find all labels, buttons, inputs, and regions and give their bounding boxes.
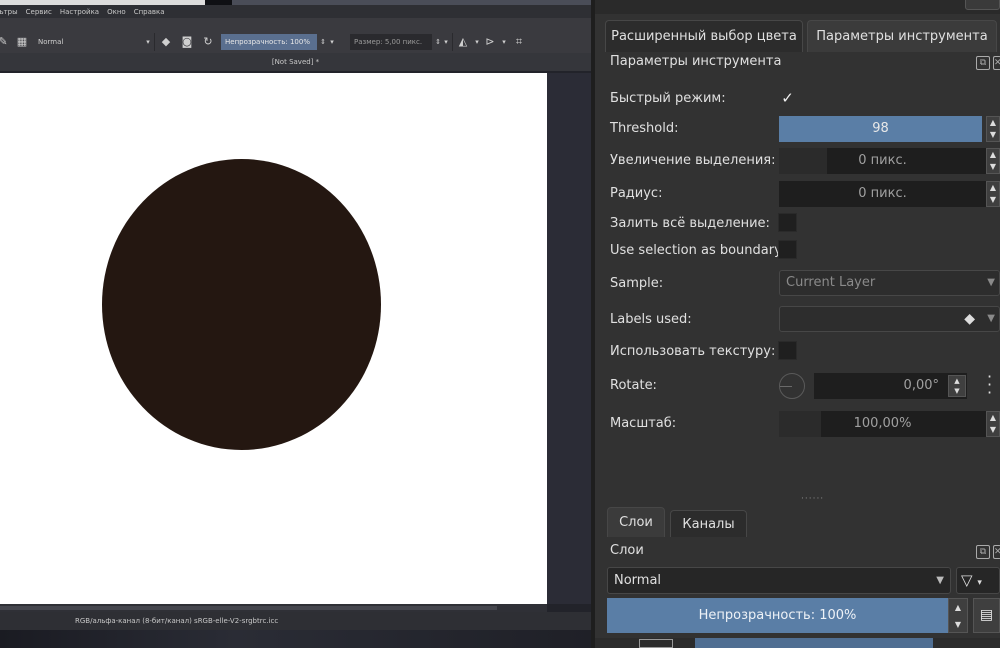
close-docker-icon[interactable]: ✕ [993, 545, 1000, 559]
grow-selection-label: Увеличение выделения: [610, 153, 776, 168]
canvas-margin [547, 73, 591, 604]
scale-slider[interactable]: 100,00% [779, 411, 986, 437]
rotation-dial[interactable] [779, 373, 805, 399]
grow-selection-slider[interactable]: 0 пикс. [779, 148, 986, 174]
brush-preset-icon[interactable]: ✎ [0, 35, 10, 49]
wrap-around-icon[interactable]: ⌗ [512, 35, 526, 49]
chevron-down-icon[interactable]: ▾ [497, 35, 511, 49]
scale-spin-icon[interactable]: ▲ ▼ [986, 411, 1000, 437]
selection-boundary-checkbox[interactable] [778, 240, 797, 259]
reload-preset-icon[interactable]: ↻ [201, 35, 215, 49]
fast-mode-label: Быстрый режим: [610, 91, 726, 106]
menu-window[interactable]: Окно [107, 8, 126, 16]
chevron-down-icon[interactable]: ▾ [141, 35, 155, 49]
threshold-label: Threshold: [610, 121, 679, 136]
layer-opacity-slider[interactable]: Непрозрачность: 100% [607, 598, 948, 633]
horizontal-scrollbar[interactable] [0, 604, 547, 612]
mirror-horizontal-icon[interactable]: ◭ [456, 35, 470, 49]
use-texture-checkbox[interactable] [778, 341, 797, 360]
layer-name-selected [695, 638, 933, 648]
size-slider[interactable]: Размер: 5,00 пикс. [350, 34, 432, 50]
more-options-icon[interactable]: · · · [987, 369, 995, 401]
preserve-alpha-icon[interactable]: ◙ [180, 35, 194, 49]
scale-label: Масштаб: [610, 416, 677, 431]
opacity-slider[interactable]: Непрозрачность: 100% [221, 34, 317, 50]
chevron-down-icon: ▼ [936, 575, 944, 586]
use-texture-label: Использовать текстуру: [610, 344, 776, 359]
fast-mode-checkbox[interactable]: ✓ [778, 89, 797, 108]
tab-advanced-color-selector[interactable]: Расширенный выбор цвета [605, 20, 803, 52]
layer-opacity-spin-icon[interactable]: ▲ ▼ [948, 598, 968, 633]
selection-boundary-label: Use selection as boundary: [610, 243, 786, 258]
tab-tool-options[interactable]: Параметры инструмента [807, 20, 997, 52]
color-profile-status: RGB/альфа-канал (8-бит/канал) sRGB-elle-… [75, 617, 279, 625]
chevron-down-icon[interactable]: ▾ [470, 35, 484, 49]
rotation-input[interactable]: 0,00° [814, 373, 967, 399]
labels-used-select[interactable]: ◆ ▼ [779, 306, 1000, 332]
painted-circle [102, 159, 381, 450]
radius-slider[interactable]: 0 пикс. [779, 181, 986, 207]
eraser-icon[interactable]: ◆ [159, 35, 173, 49]
filter-icon[interactable]: ▽ ▾ [956, 567, 1000, 594]
brush-toolbar: ✎ ▦ Normal ▾ ◆ ◙ ↻ Непрозрачность: 100% … [0, 18, 591, 53]
layer-row[interactable] [595, 638, 1000, 648]
tab-layers[interactable]: Слои [607, 507, 665, 537]
panel-title: Параметры инструмента [610, 54, 782, 69]
layer-blend-mode-value: Normal [614, 573, 662, 588]
chevron-down-icon: ▼ [987, 313, 995, 324]
close-docker-icon[interactable]: ✕ [993, 56, 1000, 70]
menu-settings[interactable]: Настройка [60, 8, 99, 16]
chevron-down-icon[interactable]: ▾ [325, 35, 339, 49]
rotate-label: Rotate: [610, 378, 657, 393]
tag-icon: ◆ [964, 311, 975, 327]
scale-value: 100,00% [853, 416, 912, 431]
sample-select[interactable]: Current Layer ▼ [779, 270, 1000, 296]
menu-filters[interactable]: льтры [0, 8, 18, 16]
menu-help[interactable]: Справка [134, 8, 165, 16]
radius-label: Радиус: [610, 186, 663, 201]
grow-spin-icon[interactable]: ▲ ▼ [986, 148, 1000, 174]
taskbar [0, 630, 591, 648]
tool-options-docker: Расширенный выбор цвета Параметры инстру… [595, 0, 1000, 648]
threshold-spin-icon[interactable]: ▲ ▼ [986, 116, 1000, 142]
chevron-down-icon: ▼ [987, 277, 995, 288]
blend-mode-select[interactable]: Normal [34, 34, 152, 50]
radius-spin-icon[interactable]: ▲ ▼ [986, 181, 1000, 207]
window-button[interactable] [965, 0, 1000, 10]
grid-icon[interactable]: ▦ [15, 35, 29, 49]
layers-title: Слои [610, 543, 644, 558]
radius-value: 0 пикс. [858, 186, 907, 201]
canvas-window: льтры Сервис Настройка Окно Справка ✎ ▦ … [0, 0, 591, 648]
splitter-grip-icon[interactable]: ······ [801, 494, 825, 504]
labels-used-label: Labels used: [610, 312, 692, 327]
tab-channels[interactable]: Каналы [670, 510, 747, 537]
fill-selection-checkbox[interactable] [778, 213, 797, 232]
layer-properties-icon[interactable]: ▤ [973, 598, 1000, 633]
grow-selection-value: 0 пикс. [858, 153, 907, 168]
docker-top-bar [595, 0, 1000, 14]
layer-thumbnail [639, 639, 673, 648]
drawing-canvas[interactable] [0, 73, 547, 604]
float-docker-icon[interactable]: ⧉ [976, 545, 990, 559]
sample-label: Sample: [610, 276, 664, 291]
chevron-down-icon[interactable]: ▾ [439, 35, 453, 49]
menu-bar: льтры Сервис Настройка Окно Справка [0, 5, 591, 18]
threshold-slider[interactable]: 98 [779, 116, 982, 142]
float-docker-icon[interactable]: ⧉ [976, 56, 990, 70]
layer-blend-mode-select[interactable]: Normal ▼ [607, 567, 951, 594]
document-tab[interactable]: [Not Saved] * [0, 53, 591, 71]
status-bar: RGB/альфа-канал (8-бит/канал) sRGB-elle-… [0, 612, 591, 630]
menu-tools[interactable]: Сервис [26, 8, 52, 16]
rotation-spin-icon[interactable]: ▲ ▼ [948, 375, 966, 397]
sample-value: Current Layer [786, 275, 876, 290]
mirror-vertical-icon[interactable]: ⊳ [483, 35, 497, 49]
fill-selection-label: Залить всё выделение: [610, 216, 770, 231]
